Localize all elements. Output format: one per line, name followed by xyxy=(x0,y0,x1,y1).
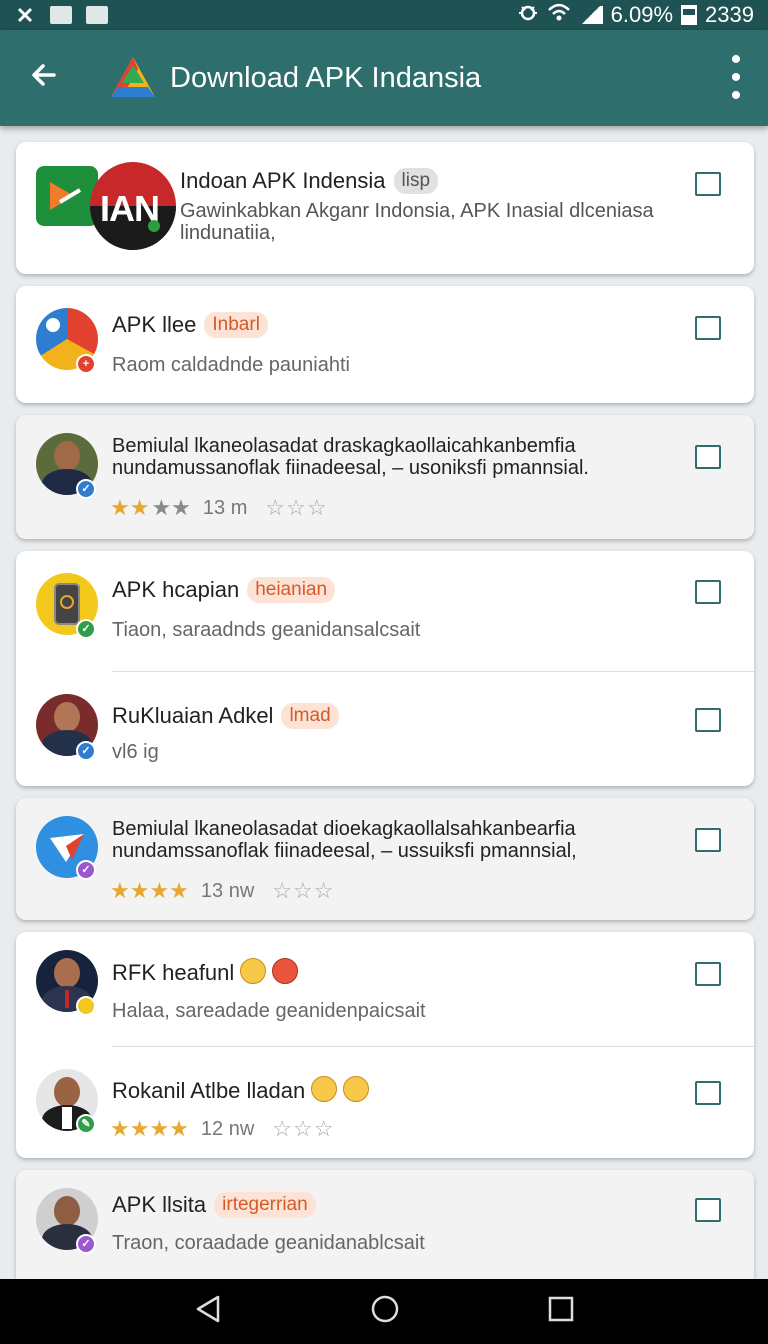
item-checkbox[interactable] xyxy=(695,445,721,469)
star-icon: ★★★★ xyxy=(110,1116,189,1141)
list-card: ✓ Bemiulal lkaneolasadat draskagkaollaic… xyxy=(16,415,754,539)
wifi-icon xyxy=(547,2,571,28)
back-arrow-icon[interactable] xyxy=(30,59,74,98)
verified-badge-icon: ✓ xyxy=(76,860,96,880)
rating-count: 13 m xyxy=(202,496,248,519)
item-tag: lmad xyxy=(281,703,339,729)
item-checkbox[interactable] xyxy=(695,708,721,732)
add-badge-icon: + xyxy=(76,354,96,374)
app-icon xyxy=(36,166,98,226)
item-checkbox[interactable] xyxy=(695,1081,721,1105)
rating: ★★★★ 13 nw ☆☆☆ xyxy=(110,878,334,904)
list-card: + APK llee Inbarl Raom caldadnde pauniaht… xyxy=(16,286,754,403)
verified-badge-icon: ✓ xyxy=(76,1234,96,1254)
empty-stars-icon: ☆☆☆ xyxy=(265,495,328,520)
star-icon: ★★★★ xyxy=(110,878,189,903)
app-bar: Download APK Indansia • • • xyxy=(0,30,768,126)
list-card: RFK heafunl Halaa, sareadade geanidenpai… xyxy=(16,932,754,1158)
item-subtitle: Traon, coraadade geanidanablcsait xyxy=(112,1232,425,1254)
item-description: Bemiulal lkaneolasadat dioekagkaollalsah… xyxy=(112,818,577,862)
item-tag: heianian xyxy=(247,577,336,603)
emoji-badge-icon xyxy=(76,996,96,1016)
item-subtitle: Halaa, sareadade geanidenpaicsait xyxy=(112,1000,426,1022)
list-card: ✓ APK hcapian heianian Tiaon, saraadnds g… xyxy=(16,551,754,786)
item-title: Rokanil Atlbe lladan xyxy=(112,1076,370,1104)
nav-home-icon[interactable] xyxy=(370,1294,400,1329)
item-title: APK llsita irtegerrian xyxy=(112,1192,316,1218)
smile-emoji-icon xyxy=(240,958,267,984)
item-subtitle: Raom caldadnde pauniahti xyxy=(112,354,350,376)
star-icon: ★★ xyxy=(151,495,191,520)
rating-count: 13 nw xyxy=(200,879,255,902)
app-logo-icon xyxy=(108,53,158,103)
nav-back-icon[interactable] xyxy=(194,1294,222,1329)
item-title: RFK heafunl xyxy=(112,958,299,986)
verified-badge-icon: ✓ xyxy=(76,741,96,761)
item-checkbox[interactable] xyxy=(695,580,721,604)
system-nav-bar xyxy=(0,1279,768,1344)
item-subtitle: Tiaon, saraadnds geanidansalcsait xyxy=(112,619,421,641)
item-tag: irtegerrian xyxy=(214,1192,316,1218)
item-title: Indoan APK Indensia lisp xyxy=(180,168,439,194)
item-checkbox[interactable] xyxy=(695,962,721,986)
item-title: APK hcapian heianian xyxy=(112,577,336,603)
item-subtitle: vl6 ig xyxy=(112,741,159,763)
empty-stars-icon: ☆☆☆ xyxy=(272,878,335,903)
divider xyxy=(112,1046,754,1047)
heart-eyes-emoji-icon xyxy=(272,958,299,984)
divider xyxy=(112,671,754,672)
item-title: RuKluaian Adkel lmad xyxy=(112,703,339,729)
item-title: APK llee Inbarl xyxy=(112,312,268,338)
item-checkbox[interactable] xyxy=(695,1198,721,1222)
nav-recents-icon[interactable] xyxy=(548,1296,574,1327)
ian-logo: IAN xyxy=(90,162,176,250)
star-icon: ★★ xyxy=(110,495,150,520)
rating: ★★ ★★ 13 m ☆☆☆ xyxy=(110,495,328,521)
status-bar: 6.09% 2339 xyxy=(0,0,768,30)
close-notification-icon xyxy=(14,5,36,25)
list-card: ✓ Bemiulal lkaneolasadat dioekagkaollals… xyxy=(16,798,754,920)
verified-badge-icon: ✓ xyxy=(76,619,96,639)
laughing-emoji-icon xyxy=(311,1076,338,1102)
battery-percent: 6.09% xyxy=(610,2,674,27)
rating-count: 12 nw xyxy=(200,1117,255,1140)
signal-icon xyxy=(578,6,603,24)
list-card: IAN Indoan APK Indensia lisp Gawinkabkan … xyxy=(16,142,754,274)
bug-icon xyxy=(517,1,539,29)
battery-icon xyxy=(681,5,698,25)
news-notification-icon xyxy=(86,5,108,25)
page-title: Download APK Indansia xyxy=(170,61,482,94)
item-checkbox[interactable] xyxy=(695,828,721,852)
overflow-menu-icon[interactable]: • • • xyxy=(724,45,748,111)
rating: ★★★★ 12 nw ☆☆☆ xyxy=(110,1116,334,1142)
item-tag: Inbarl xyxy=(204,312,268,338)
media-notification-icon xyxy=(50,5,72,25)
edit-badge-icon: ✎ xyxy=(76,1114,96,1134)
item-description: Bemiulal lkaneolasadat draskagkaollaicah… xyxy=(112,435,589,479)
verified-badge-icon: ✓ xyxy=(76,479,96,499)
item-checkbox[interactable] xyxy=(695,316,721,340)
smile-emoji-icon xyxy=(343,1076,370,1102)
empty-stars-icon: ☆☆☆ xyxy=(272,1116,335,1141)
clock: 2339 xyxy=(705,2,754,27)
item-tag: lisp xyxy=(393,168,439,194)
item-checkbox[interactable] xyxy=(695,172,721,196)
item-description: Gawinkabkan Akganr Indonsia, APK Inasial… xyxy=(180,200,654,244)
list-card: ✓ APK llsita irtegerrian Traon, coraadade… xyxy=(16,1170,754,1286)
